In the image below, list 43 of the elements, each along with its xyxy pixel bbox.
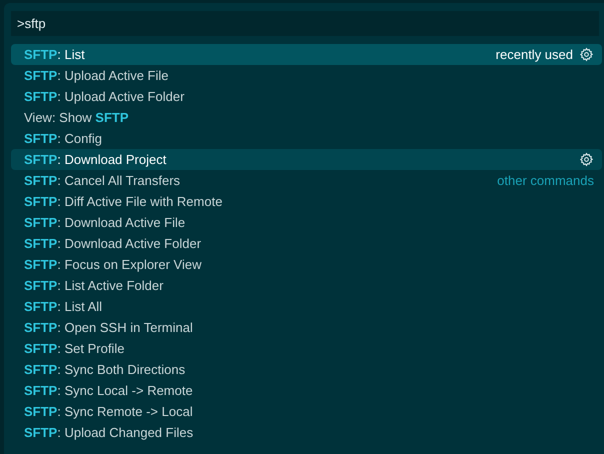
command-item[interactable]: SFTP: Set Profile [11,338,602,359]
command-item[interactable]: SFTP: Sync Both Directions [11,359,602,380]
command-label: View: Show SFTP [24,108,129,127]
command-label: SFTP: Download Active File [24,214,186,232]
command-label: SFTP: Upload Active Folder [24,88,184,106]
command-item[interactable]: SFTP: Upload Active Folder [11,86,602,107]
command-label: SFTP: Config [24,130,102,148]
command-item[interactable]: SFTP: Config [11,128,602,149]
recently-used-label: recently used [496,46,573,64]
command-label: SFTP: Upload Active File [24,66,169,85]
command-label: SFTP: Cancel All Transfers [24,172,180,190]
command-item[interactable]: SFTP: List Active Folder [11,275,602,296]
command-item[interactable]: SFTP: Focus on Explorer View [11,254,602,275]
command-label: SFTP: Download Active Folder [24,234,202,253]
command-label: SFTP: Sync Local -> Remote [24,382,193,400]
command-item[interactable]: SFTP: List recently used [11,44,602,65]
command-item[interactable]: SFTP: Sync Remote -> Local [11,401,602,422]
command-label: SFTP: Download Project [24,150,166,169]
command-item[interactable]: SFTP: Diff Active File with Remote [11,191,602,212]
command-item[interactable]: SFTP: Sync Local -> Remote [11,380,602,401]
command-label: SFTP: Diff Active File with Remote [24,192,222,211]
command-item[interactable]: View: Show SFTP [11,107,602,128]
command-label: SFTP: List All [24,298,102,316]
command-item[interactable]: SFTP: Download Active Folder [11,233,602,254]
command-label: SFTP: Focus on Explorer View [24,256,202,274]
command-item[interactable]: SFTP: Download Active File [11,212,602,233]
command-label: SFTP: Open SSH in Terminal [24,318,193,337]
command-item[interactable]: SFTP: Download Project [11,149,602,170]
settings-icon[interactable] [579,47,594,62]
command-label: SFTP: List Active Folder [24,276,164,295]
command-item[interactable]: SFTP: Open SSH in Terminal [11,317,602,338]
command-item[interactable]: SFTP: Cancel All Transfers other commands [11,170,602,191]
command-input[interactable]: >sftp [11,11,599,36]
command-item[interactable]: SFTP: List All [11,296,602,317]
settings-icon[interactable] [579,152,594,167]
command-label: SFTP: Sync Both Directions [24,360,186,379]
command-item[interactable]: SFTP: Upload Changed Files [11,422,602,443]
command-label: SFTP: Upload Changed Files [24,424,194,442]
command-label: SFTP: Set Profile [24,340,124,358]
command-label: SFTP: Sync Remote -> Local [24,402,193,421]
group-label: other commands [497,172,594,190]
command-item[interactable]: SFTP: Upload Active File [11,65,602,86]
command-label: SFTP: List [24,46,85,64]
